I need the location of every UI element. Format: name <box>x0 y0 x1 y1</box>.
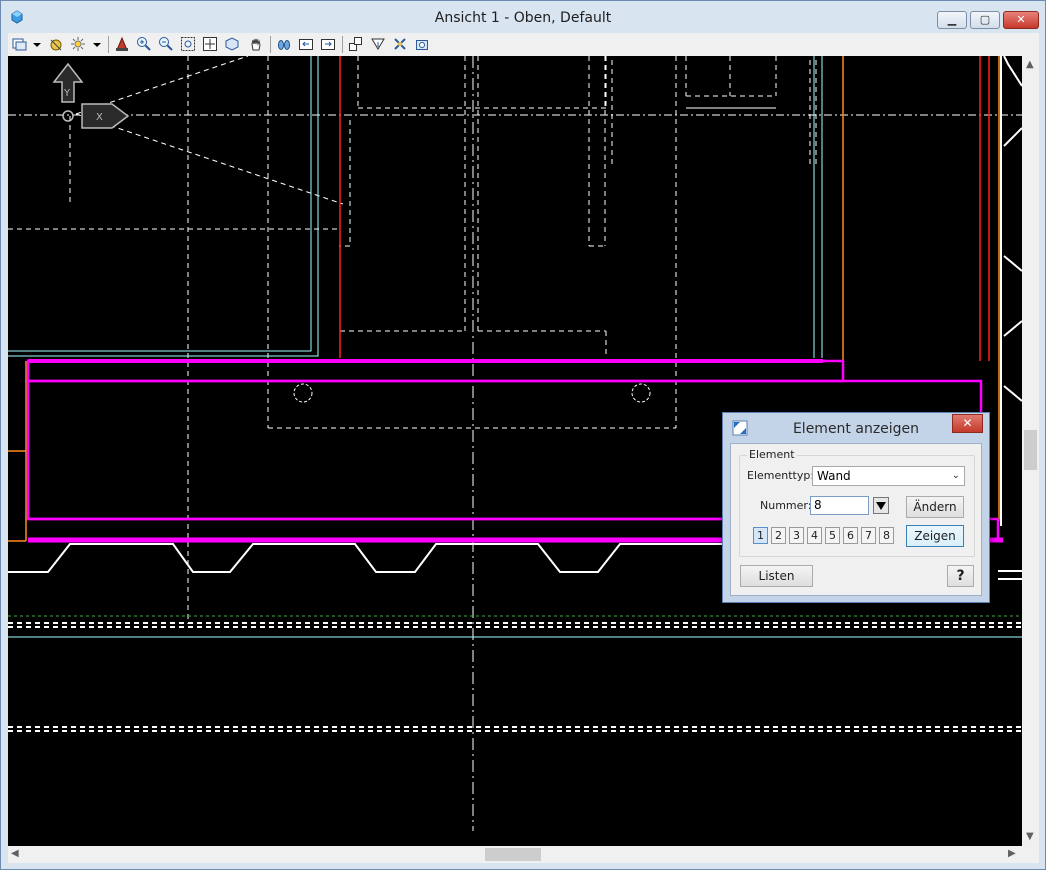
elementtyp-value: Wand <box>817 469 851 483</box>
copy-view-icon[interactable] <box>348 36 364 52</box>
window-area-icon[interactable] <box>180 36 196 52</box>
dialog-close-button[interactable]: ✕ <box>952 414 983 433</box>
aendern-button[interactable]: Ändern <box>906 496 964 518</box>
chevron-down-icon: ⌄ <box>951 470 960 481</box>
scroll-right-icon[interactable]: ▶ <box>1008 849 1016 859</box>
view-attributes-icon[interactable] <box>12 36 28 52</box>
listen-button[interactable]: Listen <box>740 565 813 587</box>
render-view-icon[interactable] <box>70 36 86 52</box>
elementtyp-label: Elementtyp: <box>747 469 815 482</box>
next-view-icon[interactable] <box>320 36 336 52</box>
vertical-scroll-thumb[interactable] <box>1024 430 1037 470</box>
number-button-3[interactable]: 3 <box>789 527 804 544</box>
horizontal-scrollbar[interactable]: ◀ ▶ <box>8 846 1022 863</box>
view-axis-triad: Y X <box>52 62 130 129</box>
window-title: Ansicht 1 - Oben, Default <box>434 10 612 26</box>
view-clip-icon[interactable] <box>370 36 386 52</box>
view-toolbar <box>8 33 1039 57</box>
toolbar-separator <box>342 36 343 53</box>
close-button[interactable]: ✕ <box>1003 11 1039 29</box>
title-bar[interactable]: Ansicht 1 - Oben, Default ▁ ▢ ✕ <box>1 1 1045 33</box>
group-label: Element <box>747 448 797 461</box>
application-window: Ansicht 1 - Oben, Default ▁ ▢ ✕ Y X ▲ ▼ … <box>0 0 1046 870</box>
dialog-title: Element anzeigen <box>792 421 920 437</box>
fence-icon[interactable] <box>114 36 130 52</box>
zoom-out-icon[interactable] <box>158 36 174 52</box>
minimize-button[interactable]: ▁ <box>937 11 967 29</box>
camera-icon[interactable] <box>414 36 430 52</box>
nummer-input[interactable]: 8 <box>810 496 869 515</box>
number-button-8[interactable]: 8 <box>879 527 894 544</box>
chevron-down-icon[interactable] <box>32 36 42 52</box>
svg-text:Y: Y <box>63 88 71 99</box>
clip-volume-icon[interactable] <box>392 36 408 52</box>
nummer-label: Nummer: <box>760 499 812 512</box>
number-button-2[interactable]: 2 <box>771 527 786 544</box>
scroll-up-icon[interactable]: ▲ <box>1026 60 1034 70</box>
rotate-view-icon[interactable] <box>224 36 240 52</box>
toolbar-separator <box>108 36 109 53</box>
chevron-down-icon[interactable] <box>92 36 102 52</box>
scroll-down-icon[interactable]: ▼ <box>1026 832 1034 842</box>
zeigen-button[interactable]: Zeigen <box>906 525 964 547</box>
scrollbar-corner <box>1022 846 1039 863</box>
element-anzeigen-dialog: Element anzeigen ✕ Element Elementtyp: W… <box>722 412 990 603</box>
elementtyp-select[interactable]: Wand ⌄ <box>812 466 965 486</box>
vertical-scrollbar[interactable]: ▲ ▼ <box>1022 56 1039 846</box>
fit-view-icon[interactable] <box>202 36 218 52</box>
help-button[interactable]: ? <box>947 565 974 587</box>
horizontal-scroll-thumb[interactable] <box>485 848 541 861</box>
previous-view-icon[interactable] <box>298 36 314 52</box>
number-button-1[interactable]: 1 <box>753 527 768 544</box>
walk-icon[interactable] <box>276 36 292 52</box>
svg-text:X: X <box>96 112 103 123</box>
number-button-6[interactable]: 6 <box>843 527 858 544</box>
dialog-body: Element Elementtyp: Wand ⌄ Nummer: 8 Änd… <box>730 443 982 596</box>
scroll-left-icon[interactable]: ◀ <box>11 849 19 859</box>
element-groupbox: Element Elementtyp: Wand ⌄ Nummer: 8 Änd… <box>739 448 975 557</box>
toolbar-separator <box>270 36 271 53</box>
pan-view-icon[interactable] <box>248 36 264 52</box>
number-button-7[interactable]: 7 <box>861 527 876 544</box>
number-button-5[interactable]: 5 <box>825 527 840 544</box>
number-button-4[interactable]: 4 <box>807 527 822 544</box>
nummer-dropdown-button[interactable] <box>873 497 889 514</box>
zoom-in-icon[interactable] <box>136 36 152 52</box>
maximize-button[interactable]: ▢ <box>970 11 1000 29</box>
update-view-icon[interactable] <box>48 36 64 52</box>
